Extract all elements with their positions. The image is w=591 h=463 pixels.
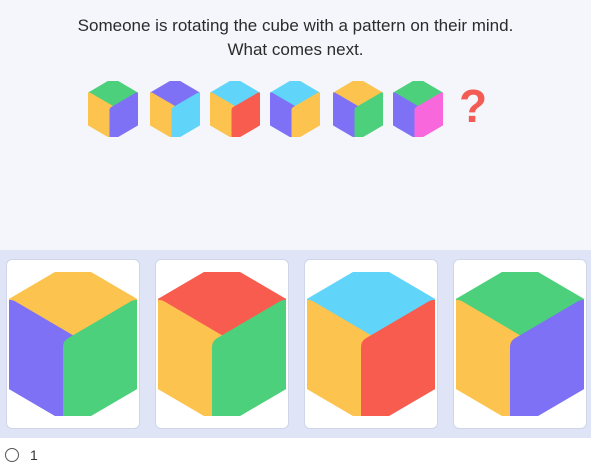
option-cube [158,272,286,416]
question-prompt: Someone is rotating the cube with a patt… [0,14,591,62]
cube-sequence [85,78,508,141]
answer-radio-label: 1 [30,447,38,463]
question-panel: Someone is rotating the cube with a patt… [0,0,591,250]
sequence-cube [85,78,142,140]
sequence-cube [330,78,387,140]
option-cube [456,272,584,416]
question-line-1: Someone is rotating the cube with a patt… [77,16,514,35]
sequence-cube [390,78,447,140]
sequence-cube [207,78,264,140]
option-cube [9,272,137,416]
answer-option-card[interactable] [453,259,587,429]
question-line-2: What comes next. [227,40,364,59]
answer-option-card[interactable] [155,259,289,429]
sequence-cube [147,78,204,140]
answer-options [0,250,591,438]
sequence-cube [267,78,324,140]
answer-option-card[interactable] [304,259,438,429]
question-mark-icon: ? [459,80,488,132]
answer-option-card[interactable] [6,259,140,429]
answer-radio[interactable] [5,448,19,462]
option-cube [307,272,435,416]
